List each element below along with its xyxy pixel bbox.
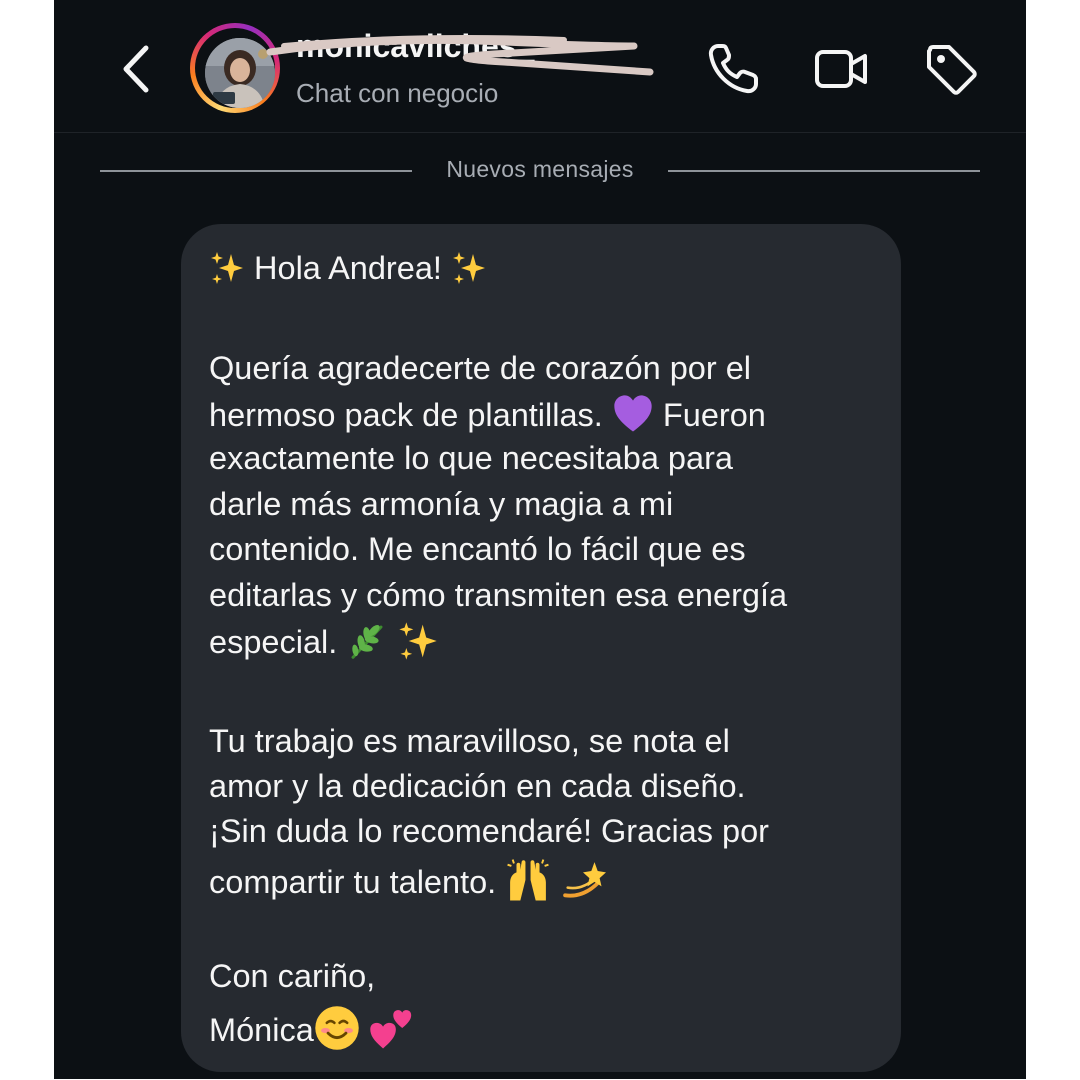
sparkles-icon: [452, 252, 485, 284]
message-signature-line: Mónica: [209, 1005, 415, 1051]
message-text-line: exactamente lo que necesitaba para: [209, 440, 733, 476]
label-button[interactable]: [922, 40, 980, 98]
message-text-span: hermoso pack de plantillas.: [209, 397, 603, 433]
message-text-line: hermoso pack de plantillas. Fueron: [209, 393, 766, 435]
message-text-line: Tu trabajo es maravilloso, se nota el: [209, 723, 730, 759]
message-text-line: ¡Sin duda lo recomendaré! Gracias por: [209, 813, 770, 849]
chat-type-label: Chat con negocio: [296, 78, 499, 108]
message-text-span: especial.: [209, 624, 338, 660]
video-call-button[interactable]: [812, 40, 870, 98]
back-button[interactable]: [114, 38, 158, 100]
greeting-text: Hola Andrea!: [254, 250, 442, 286]
message-text-span: compartir tu talento.: [209, 864, 497, 900]
raising-hands-icon: [507, 859, 549, 901]
phone-icon: [708, 44, 758, 94]
chat-screen: monicavilches_ Chat con negocio Nuevos m: [54, 0, 1026, 1079]
herb-icon: [351, 624, 383, 659]
divider-line-left: [100, 170, 412, 172]
sparkles-icon: [399, 622, 438, 660]
chevron-left-icon: [123, 45, 149, 93]
audio-call-button[interactable]: [704, 40, 762, 98]
purple-heart-icon: [614, 395, 652, 432]
new-messages-divider: Nuevos mensajes: [446, 156, 634, 182]
avatar-photo: [205, 38, 275, 108]
message-text-line: Con cariño,: [209, 958, 376, 994]
message-text-line: editarlas y cómo transmiten esa energía: [209, 577, 788, 613]
message-text-line: Quería agradecerte de corazón por el: [209, 350, 751, 386]
sparkles-icon: [211, 252, 243, 284]
profile-avatar[interactable]: [190, 23, 280, 113]
two-hearts-icon: [370, 1010, 411, 1049]
divider-line-right: [668, 170, 980, 172]
message-text-line: compartir tu talento.: [209, 857, 607, 903]
message-greeting-line: Hola Andrea!: [209, 248, 487, 288]
message-text-line: contenido. Me encantó lo fácil que es: [209, 531, 746, 567]
smiling-face-icon: [315, 1006, 359, 1050]
message-text-line: darle más armonía y magia a mi: [209, 486, 674, 522]
message-text-line: amor y la dedicación en cada diseño.: [209, 768, 746, 804]
message-text-line: especial.: [209, 620, 439, 662]
message-text-span: Fueron: [662, 397, 766, 433]
dizzy-star-icon: [563, 862, 607, 898]
chat-header: monicavilches_ Chat con negocio: [54, 0, 1026, 133]
tag-icon: [927, 45, 977, 95]
message-bubble[interactable]: Hola Andrea! Quería agradecerte de coraz…: [181, 224, 901, 1072]
video-camera-icon: [815, 50, 867, 88]
username[interactable]: monicavilches_: [296, 28, 534, 65]
signature-text: Mónica: [209, 1012, 314, 1048]
